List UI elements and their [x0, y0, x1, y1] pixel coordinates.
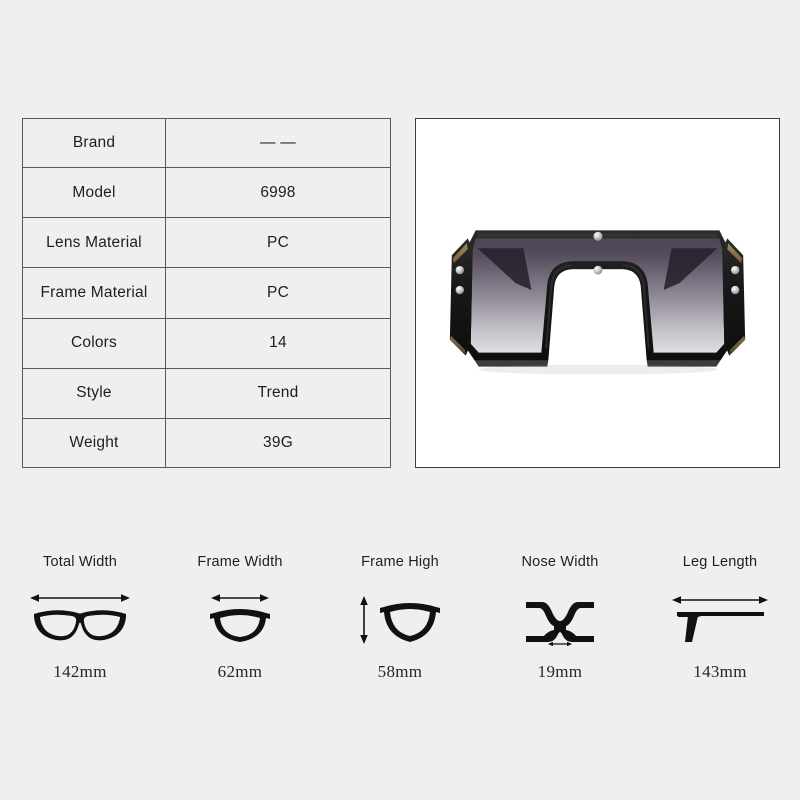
rivet-left-upper — [455, 265, 464, 275]
spec-label-frame-material: Frame Material — [23, 267, 166, 319]
table-row: Style Trend — [23, 367, 390, 419]
spec-label-model: Model — [23, 167, 166, 219]
measurement-frame-width: Frame Width 62mm — [160, 552, 320, 682]
spec-value-brand: — — — [165, 119, 390, 169]
measurement-label: Frame Width — [197, 554, 283, 570]
spec-value-model: 6998 — [165, 167, 390, 219]
measurement-value: 142mm — [53, 662, 107, 681]
table-row: Weight 39G — [23, 417, 390, 467]
table-row: Colors 14 — [23, 317, 390, 369]
full-frame-width-icon — [28, 588, 132, 650]
product-spec-page: Brand — — Model 6998 Lens Material PC Fr… — [0, 0, 800, 800]
measurements-row: Total Width 142mm Frame Width 62mm Frame… — [0, 552, 800, 692]
rivet-right-lower — [731, 285, 740, 295]
rivet-right-upper — [731, 265, 740, 275]
product-image-panel — [415, 118, 780, 468]
table-row: Lens Material PC — [23, 217, 390, 269]
measurement-value: 62mm — [217, 662, 263, 681]
measurement-label: Nose Width — [521, 554, 599, 570]
single-lens-width-icon — [188, 588, 292, 650]
spec-label-lens-material: Lens Material — [23, 217, 166, 269]
spec-value-frame-material: PC — [165, 267, 390, 319]
rivet-top-bridge — [593, 231, 603, 241]
measurement-value: 143mm — [693, 662, 747, 681]
single-lens-height-icon — [348, 588, 452, 650]
measurement-total-width: Total Width 142mm — [0, 552, 160, 682]
table-row: Brand — — — [23, 119, 390, 169]
spec-value-style: Trend — [165, 367, 390, 419]
spec-label-brand: Brand — [23, 119, 166, 169]
measurement-frame-high: Frame High 58mm — [320, 552, 480, 682]
rivet-left-lower — [455, 285, 464, 295]
spec-label-colors: Colors — [23, 317, 166, 369]
measurement-value: 19mm — [537, 662, 583, 681]
spec-value-lens-material: PC — [165, 217, 390, 269]
spec-value-colors: 14 — [165, 317, 390, 369]
table-row: Model 6998 — [23, 167, 390, 219]
nose-bridge-icon — [508, 588, 612, 650]
rivet-nose-bridge — [593, 265, 603, 275]
table-row: Frame Material PC — [23, 267, 390, 319]
measurement-nose-width: Nose Width 19mm — [480, 552, 640, 682]
measurement-label: Frame High — [361, 554, 439, 570]
spec-label-style: Style — [23, 367, 166, 419]
measurement-label: Leg Length — [682, 554, 758, 570]
measurement-value: 58mm — [377, 662, 423, 681]
sunglasses-illustration — [449, 230, 746, 375]
spec-value-weight: 39G — [165, 417, 390, 467]
spec-label-weight: Weight — [23, 417, 166, 467]
specification-table: Brand — — Model 6998 Lens Material PC Fr… — [22, 118, 391, 468]
measurement-leg-length: Leg Length 143mm — [640, 552, 800, 682]
temple-arm-icon — [668, 588, 772, 650]
measurement-label: Total Width — [43, 554, 117, 570]
